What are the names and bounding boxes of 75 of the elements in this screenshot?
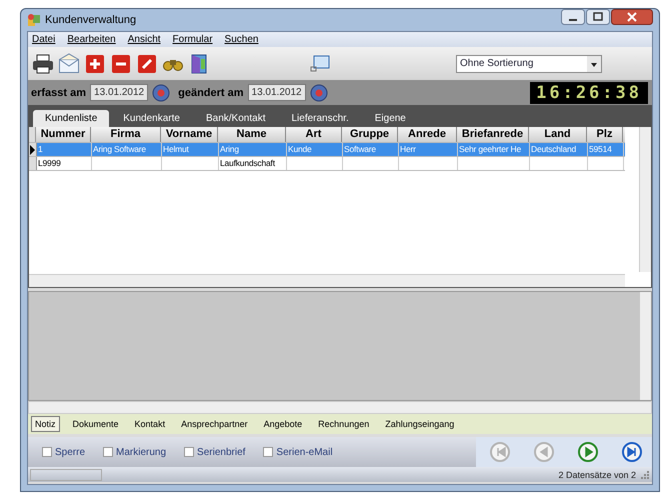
tab[interactable]: Dokumente — [70, 417, 122, 431]
checkbox-label: Serien-eMail — [276, 446, 333, 458]
table-cell: Aring Software — [92, 143, 162, 156]
menu-item[interactable]: Formular — [172, 34, 213, 45]
calendar-button[interactable] — [310, 84, 328, 102]
date-label: erfasst am — [31, 86, 86, 98]
plus-icon[interactable] — [84, 52, 106, 74]
tab[interactable]: Eigene — [362, 110, 418, 127]
column-header[interactable]: Firma — [91, 127, 161, 142]
table-cell: Software — [343, 143, 399, 156]
horizontal-scrollbar[interactable] — [28, 401, 652, 414]
tab[interactable]: Kundenliste — [33, 110, 110, 127]
table-cell: 59514 — [588, 143, 624, 156]
window-title: Kundenverwaltung — [45, 14, 136, 26]
calendar-button[interactable] — [152, 84, 170, 102]
vertical-scrollbar[interactable] — [640, 292, 651, 400]
table-cell: 1 — [37, 143, 92, 156]
menu-item[interactable]: Suchen — [224, 34, 258, 45]
tab[interactable]: Bank/Kontakt — [194, 110, 278, 127]
column-header[interactable]: Name — [218, 127, 286, 142]
minimize-button[interactable] — [561, 9, 585, 25]
menu-item[interactable]: Bearbeiten — [67, 34, 116, 45]
status-panel — [30, 468, 102, 480]
table-cell: Deutschland — [530, 143, 588, 156]
table-row[interactable]: L9999 Laufkundschaft — [29, 157, 625, 171]
column-header[interactable]: Nummer — [36, 127, 91, 142]
tab[interactable]: Zahlungseingang — [382, 417, 458, 431]
horizontal-scrollbar[interactable] — [29, 274, 625, 287]
printer-icon[interactable] — [32, 52, 54, 74]
column-header[interactable]: Briefanrede — [457, 127, 529, 142]
vertical-scrollbar[interactable] — [639, 127, 651, 272]
maximize-button[interactable] — [586, 9, 610, 25]
table-cell: Helmut — [162, 143, 219, 156]
tab[interactable]: Lieferanschr. — [279, 110, 361, 127]
table-cell: Sehr geehrter He — [458, 143, 530, 156]
caret-icon[interactable] — [587, 56, 601, 72]
tab[interactable]: Notiz — [31, 416, 60, 432]
column-header[interactable]: Vorname — [161, 127, 218, 142]
tab[interactable]: Rechnungen — [315, 417, 372, 431]
status-text: 2 Datensätze von 2 — [558, 470, 636, 480]
tab[interactable]: Angebote — [260, 417, 306, 431]
column-header[interactable]: Art — [286, 127, 342, 142]
checkbox-label: Sperre — [55, 446, 86, 458]
close-button[interactable] — [611, 9, 653, 25]
checkbox[interactable] — [263, 447, 274, 457]
app-icon[interactable] — [27, 13, 41, 27]
monitor-icon[interactable] — [309, 52, 331, 74]
date-field[interactable]: 13.01.2012 — [90, 84, 148, 101]
column-header[interactable]: Gruppe — [342, 127, 398, 142]
table-cell: L9999 — [37, 157, 92, 170]
date-label: geändert am — [178, 86, 244, 98]
sort-dropdown[interactable]: Ohne Sortierung — [456, 54, 602, 72]
column-header[interactable]: Land — [529, 127, 587, 142]
tab[interactable]: Kundenkarte — [111, 110, 192, 127]
tab[interactable]: Ansprechpartner — [178, 417, 251, 431]
checkbox-label: Serienbrief — [197, 446, 246, 458]
checkbox[interactable] — [42, 447, 52, 457]
resize-grip-icon[interactable] — [640, 470, 650, 480]
table-cell: Laufkundschaft — [219, 157, 287, 170]
last-record-button[interactable] — [622, 442, 642, 462]
tab[interactable]: Kontakt — [132, 417, 168, 431]
date-field[interactable]: 13.01.2012 — [248, 84, 306, 101]
checkbox[interactable] — [184, 447, 194, 457]
clock-display: 16:26:38 — [530, 82, 648, 104]
checkbox[interactable] — [103, 447, 114, 457]
table-cell: Herr — [399, 143, 458, 156]
column-header[interactable]: Plz — [587, 127, 623, 142]
table-cell: Kunde — [287, 143, 343, 156]
menu-item[interactable]: Ansicht — [128, 34, 161, 45]
minus-icon[interactable] — [110, 52, 132, 74]
menu-item[interactable]: Datei — [32, 34, 56, 45]
column-header[interactable]: Anrede — [398, 127, 457, 142]
table-cell: Aring — [219, 143, 287, 156]
next-record-button[interactable] — [578, 442, 598, 462]
checkbox-label: Markierung — [116, 446, 166, 458]
